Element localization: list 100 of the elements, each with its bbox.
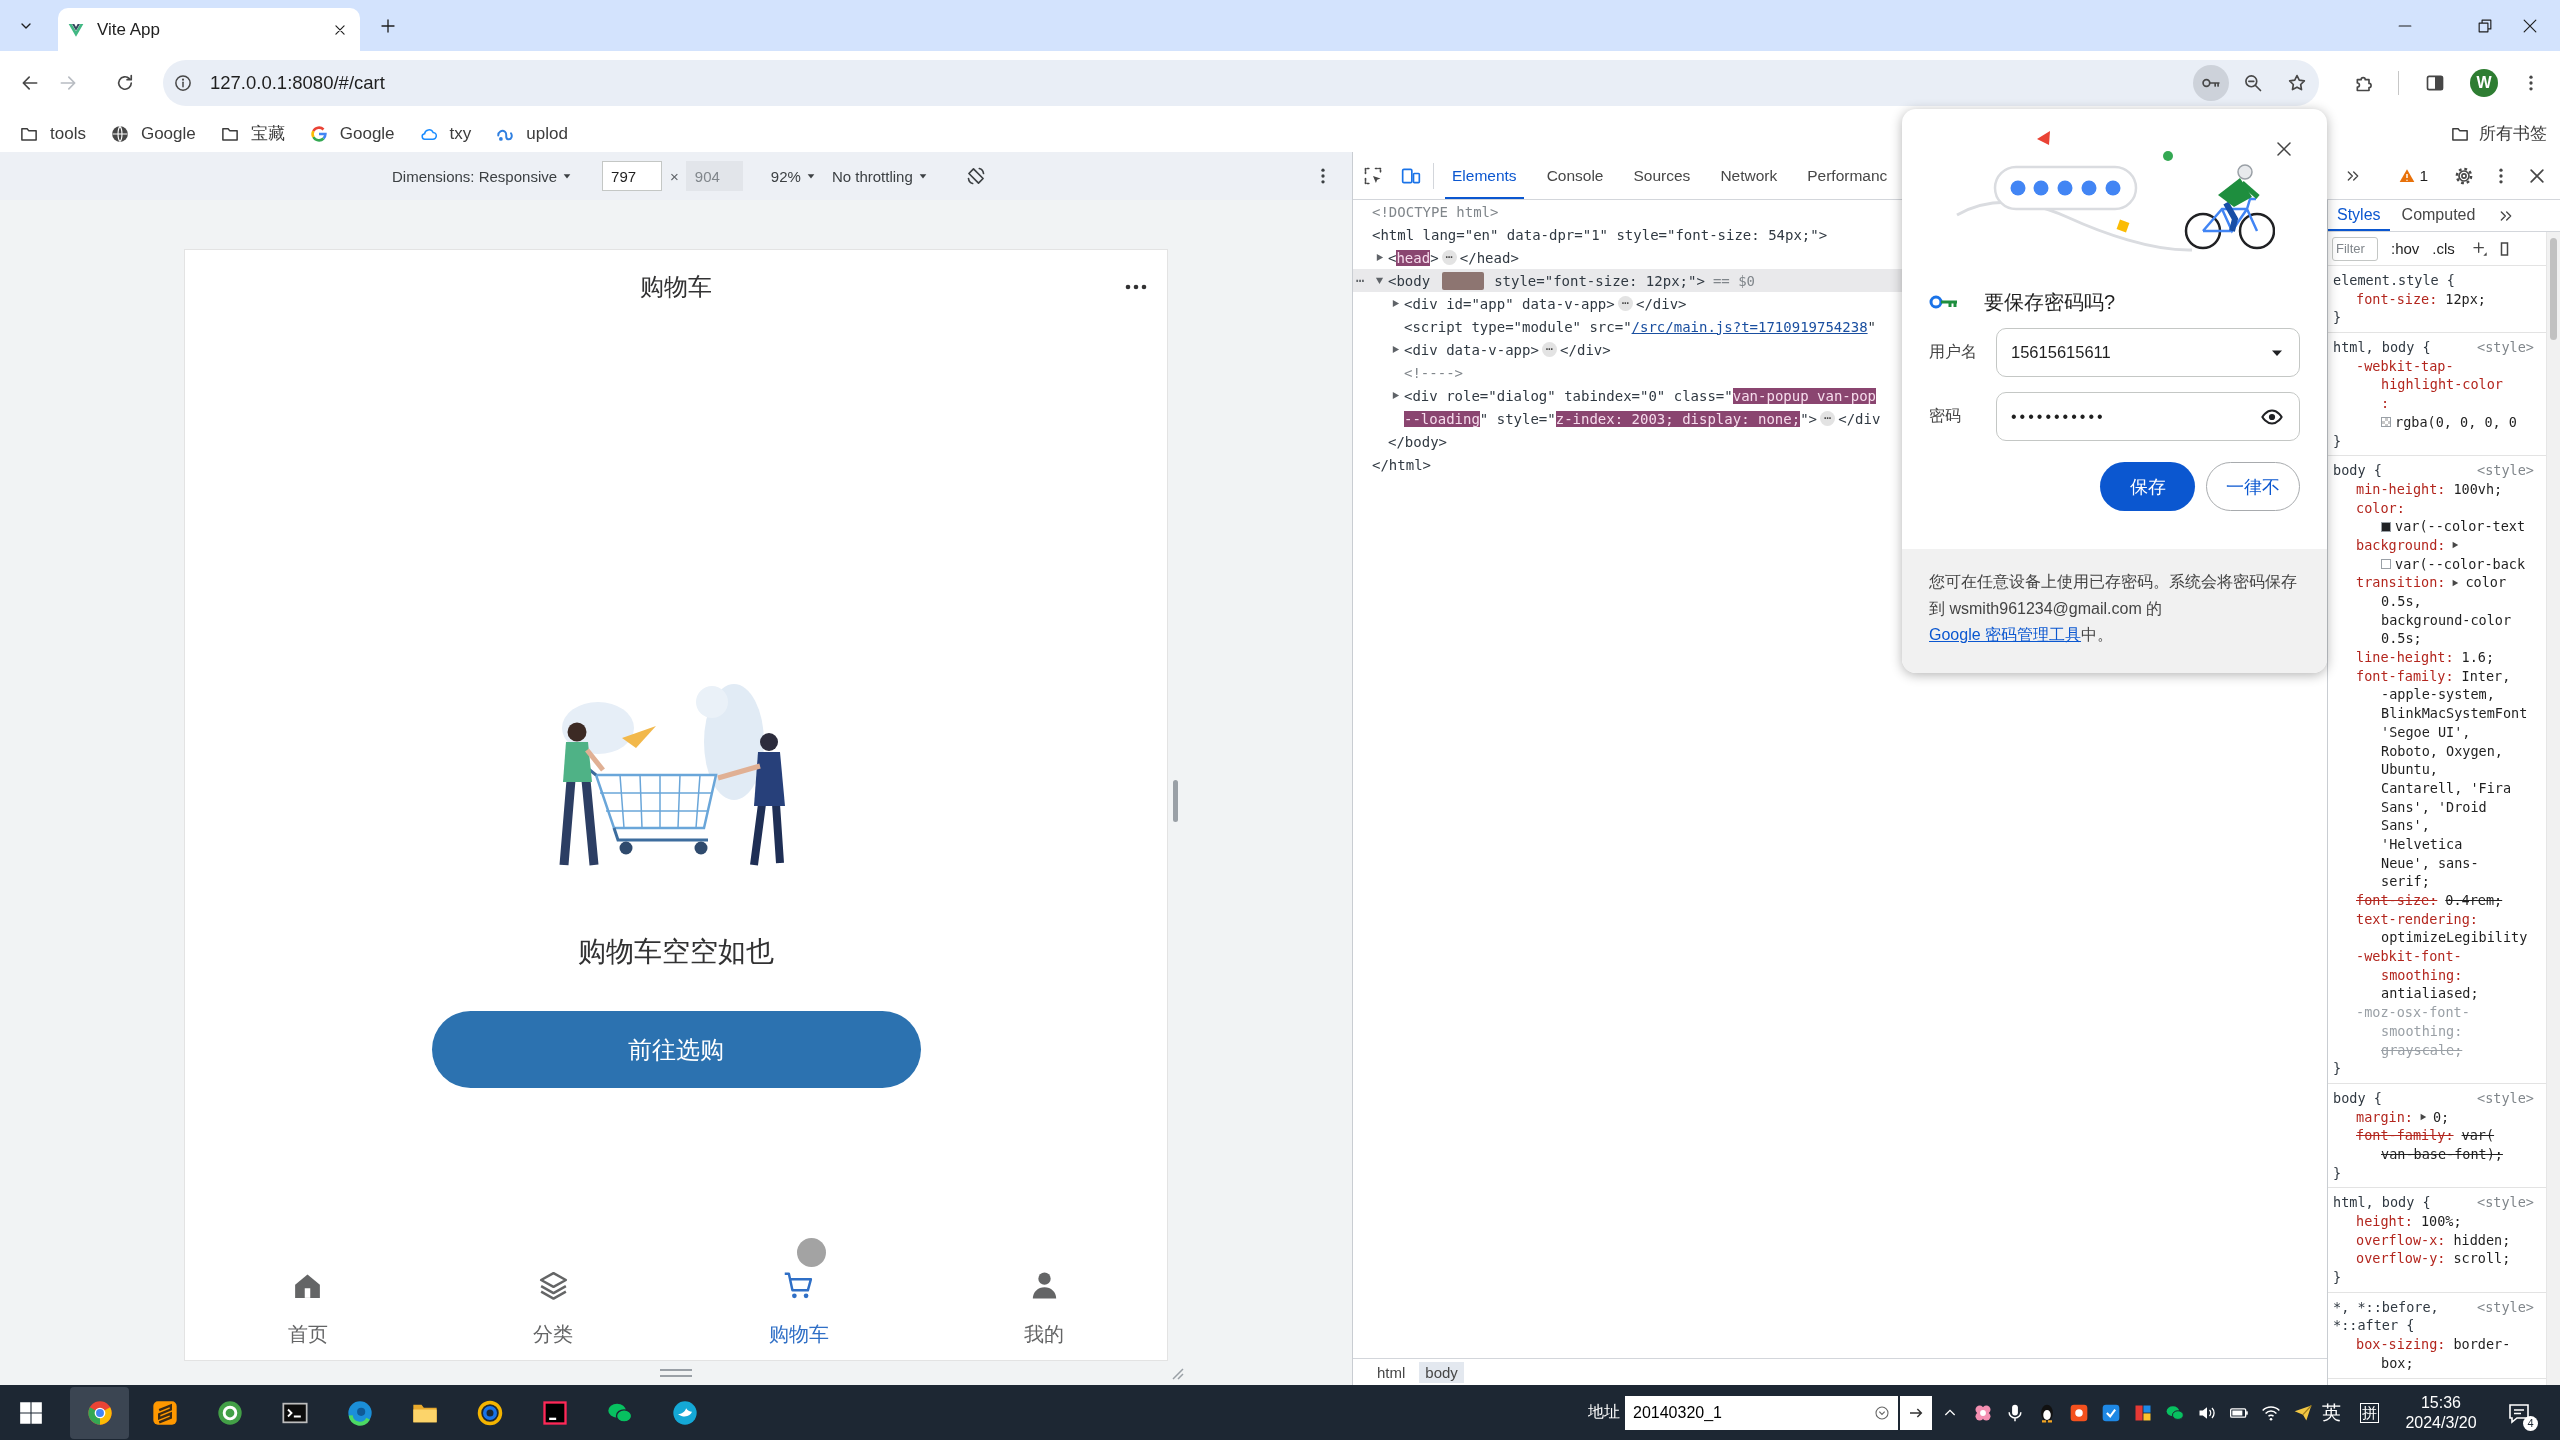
source-link[interactable]: /src/main.js?t=1710919754238 (1631, 318, 1868, 335)
expand-triangle-icon[interactable] (2451, 578, 2460, 587)
zoom-dropdown[interactable]: 92% (770, 167, 816, 185)
breadcrumb-item[interactable]: html (1371, 1361, 1412, 1383)
taskbar-button[interactable] (70, 1386, 129, 1439)
password-manager-link[interactable]: Google 密码管理工具 (1929, 626, 2082, 644)
tab-bar-item[interactable]: 我的 (921, 1250, 1167, 1360)
style-source-link[interactable]: <style> (2477, 338, 2534, 357)
expand-ellipsis-button[interactable]: ⋯ (1441, 250, 1457, 265)
dropdown-icon[interactable] (1874, 1404, 1890, 1421)
breadcrumb-item[interactable]: body (1419, 1361, 1464, 1383)
devtools-tab[interactable]: Network (1713, 152, 1785, 199)
scrollbar-thumb[interactable] (2550, 238, 2557, 340)
close-icon[interactable] (2523, 18, 2537, 33)
panel-icon[interactable] (2499, 240, 2509, 257)
start-icon[interactable] (18, 1399, 44, 1426)
clock-time[interactable]: 15:36 (2420, 1392, 2461, 1413)
close-icon[interactable] (2275, 140, 2293, 158)
style-source-link[interactable]: <style> (2477, 1088, 2534, 1108)
expand-triangle-icon[interactable] (2451, 541, 2460, 550)
address-field[interactable]: 20140320_1 (1625, 1395, 1898, 1430)
devtools-tab[interactable]: Elements (1445, 152, 1524, 199)
expand-ellipsis-button[interactable]: ⋯ (1820, 411, 1836, 426)
css-selector: body { (2333, 1088, 2382, 1108)
bookmark-item[interactable]: txy (419, 118, 472, 149)
all-bookmarks-button[interactable]: 所有书签 (2451, 118, 2547, 149)
expand-ellipsis-button[interactable]: ⋯ (1617, 296, 1633, 311)
go-shopping-button[interactable]: 前往选购 (431, 1011, 921, 1088)
tab-bar-item[interactable]: 首页 (185, 1250, 431, 1360)
tile-icon[interactable] (2069, 1402, 2089, 1423)
issues-button[interactable]: 1 (2399, 166, 2428, 185)
never-button[interactable]: 一律不 (2206, 462, 2300, 511)
collapsed-triangle-icon[interactable] (1391, 345, 1400, 354)
address-bar[interactable]: 127.0.0.1:8080/#/cart (163, 60, 2319, 106)
go-button[interactable] (1900, 1395, 1932, 1430)
styles-tab[interactable]: Computed (2392, 200, 2485, 231)
transparent-swatch-icon[interactable] (2381, 417, 2391, 428)
filter-field[interactable]: Filter (2332, 236, 2378, 261)
devtools-tab[interactable]: Performanc (1800, 152, 1895, 199)
restore-icon[interactable] (2478, 18, 2492, 33)
class-toggle-button[interactable]: .cls (2432, 240, 2455, 257)
bookmark-item[interactable]: Google (110, 118, 196, 149)
style-source-link[interactable]: <style> (2477, 461, 2534, 480)
save-button[interactable]: 保存 (2100, 462, 2195, 511)
password-field[interactable]: ••••••••••• (1996, 392, 2300, 441)
tab-bar-item[interactable]: 购物车 (676, 1250, 922, 1360)
settings-icon[interactable] (2454, 165, 2474, 186)
dom-node-code: <div id="app" data-v-app> (1404, 295, 1615, 312)
input-mode-indicator[interactable]: 拼 (2360, 1402, 2379, 1423)
css-value: 1.6; (2461, 648, 2495, 667)
collapsed-triangle-icon[interactable] (1375, 253, 1384, 262)
resize-handle-icon[interactable] (1173, 780, 1178, 822)
bookmark-item[interactable]: tools (20, 118, 86, 149)
info-icon[interactable] (174, 74, 192, 92)
resize-handle-icon[interactable] (660, 1369, 692, 1377)
password-key-button[interactable] (2193, 65, 2229, 101)
css-property: : (2381, 394, 2390, 413)
dom-node-code: </div> (1560, 341, 1611, 358)
tile-icon[interactable] (2101, 1402, 2121, 1423)
expand-triangle-icon[interactable] (2418, 1112, 2427, 1121)
bookmark-item[interactable]: Google (309, 118, 395, 149)
width-field[interactable]: 797 (602, 161, 663, 191)
sidebar-icon[interactable] (2425, 73, 2445, 93)
browser-tab[interactable]: Vite App (58, 8, 360, 51)
throttling-dropdown[interactable]: No throttling (831, 167, 928, 185)
style-source-link[interactable]: <style> (2477, 1297, 2534, 1317)
style-source-link[interactable]: <style> (2477, 1193, 2534, 1212)
devtools-tab[interactable]: Sources (1626, 152, 1698, 199)
plus-icon[interactable] (2471, 240, 2488, 257)
node-actions-button[interactable]: ⋯ (1356, 269, 1365, 292)
expanded-triangle-icon[interactable] (1375, 276, 1384, 285)
paper-plane-icon[interactable] (2293, 1402, 2313, 1423)
bookmark-item[interactable]: 宝藏 (220, 118, 285, 149)
dom-node-code: </div (1838, 410, 1881, 427)
color-swatch-icon[interactable] (2381, 558, 2391, 569)
input-language-indicator[interactable]: 英 (2322, 1399, 2341, 1426)
rotate-icon[interactable] (965, 166, 986, 186)
star-icon[interactable] (2287, 73, 2307, 93)
more-icon[interactable] (1125, 284, 1147, 290)
microphone-icon[interactable] (2005, 1402, 2025, 1423)
tab-bar-item[interactable]: 分类 (430, 1250, 676, 1360)
expand-ellipsis-button[interactable]: ⋯ (1541, 342, 1558, 357)
back-icon[interactable] (20, 73, 40, 93)
plus-icon[interactable] (380, 17, 396, 34)
color-swatch-icon[interactable] (2381, 521, 2391, 532)
clock-date[interactable]: 2024/3/20 (2405, 1412, 2477, 1433)
circle-logo-icon (85, 1398, 114, 1427)
bookmark-item[interactable]: uplod (496, 118, 568, 149)
close-icon[interactable] (333, 22, 347, 37)
css-property: transition: (2356, 573, 2446, 592)
hover-state-button[interactable]: :hov (2391, 240, 2420, 257)
zoom-out-icon[interactable] (2243, 73, 2263, 93)
inspect-icon[interactable] (1363, 165, 1383, 186)
devtools-tab[interactable]: Console (1539, 152, 1611, 199)
profile-avatar[interactable]: W (2470, 69, 2498, 97)
reload-icon[interactable] (115, 73, 135, 93)
username-field[interactable]: 15615615611 (1996, 328, 2300, 377)
dimensions-dropdown[interactable]: Dimensions: Responsive (392, 167, 573, 185)
collapsed-triangle-icon[interactable] (1391, 299, 1400, 308)
collapsed-triangle-icon[interactable] (1391, 391, 1400, 400)
